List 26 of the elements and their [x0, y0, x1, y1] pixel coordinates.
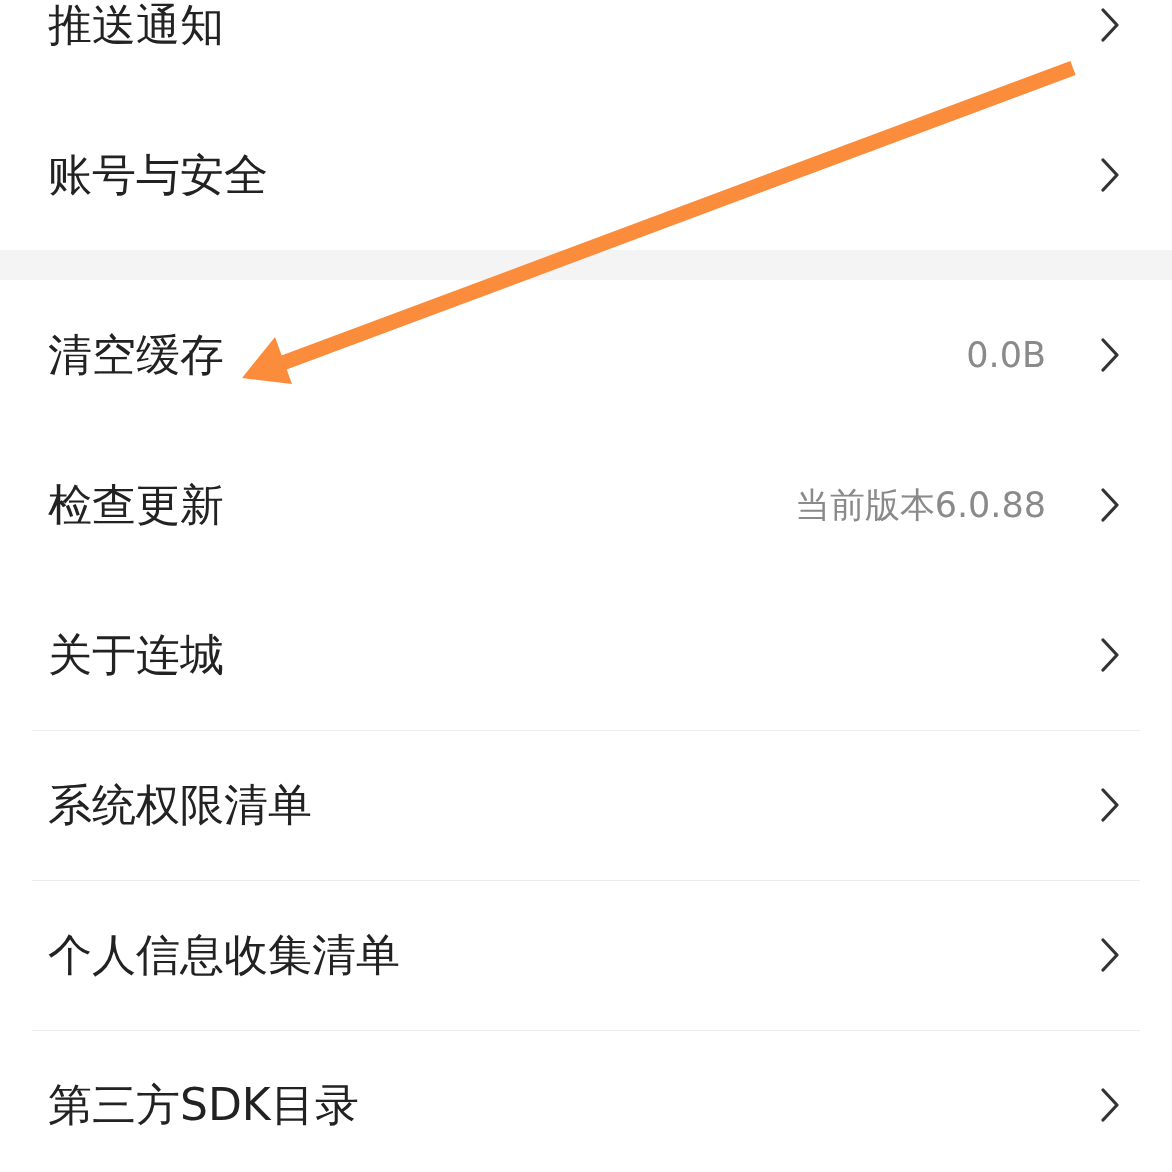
row-label: 系统权限清单: [48, 777, 313, 832]
chevron-icon: [1100, 638, 1120, 672]
chevron-icon: [1100, 1088, 1120, 1122]
settings-row[interactable]: 关于连城: [0, 580, 1172, 730]
settings-row[interactable]: 清空缓存 0.0B: [0, 280, 1172, 430]
row-label: 账号与安全: [48, 147, 269, 202]
settings-row[interactable]: 检查更新 当前版本6.0.88: [0, 430, 1172, 580]
chevron-icon: [1100, 8, 1120, 42]
row-value: 0.0B: [966, 335, 1046, 375]
chevron-icon: [1100, 158, 1120, 192]
chevron-icon: [1100, 338, 1120, 372]
row-label: 检查更新: [48, 477, 225, 532]
row-label: 推送通知: [48, 0, 225, 52]
chevron-icon: [1100, 788, 1120, 822]
chevron-icon: [1100, 488, 1120, 522]
settings-row[interactable]: 个人信息收集清单: [0, 880, 1172, 1030]
settings-row[interactable]: 推送通知: [0, 0, 1172, 100]
row-label: 个人信息收集清单: [48, 927, 401, 982]
row-label: 第三方SDK目录: [48, 1077, 360, 1132]
settings-row[interactable]: 第三方SDK目录: [0, 1030, 1172, 1172]
settings-row[interactable]: 账号与安全: [0, 100, 1172, 250]
row-label: 关于连城: [48, 627, 225, 682]
chevron-icon: [1100, 938, 1120, 972]
row-label: 清空缓存: [48, 327, 225, 382]
row-value: 当前版本6.0.88: [794, 483, 1046, 527]
settings-row[interactable]: 系统权限清单: [0, 730, 1172, 880]
